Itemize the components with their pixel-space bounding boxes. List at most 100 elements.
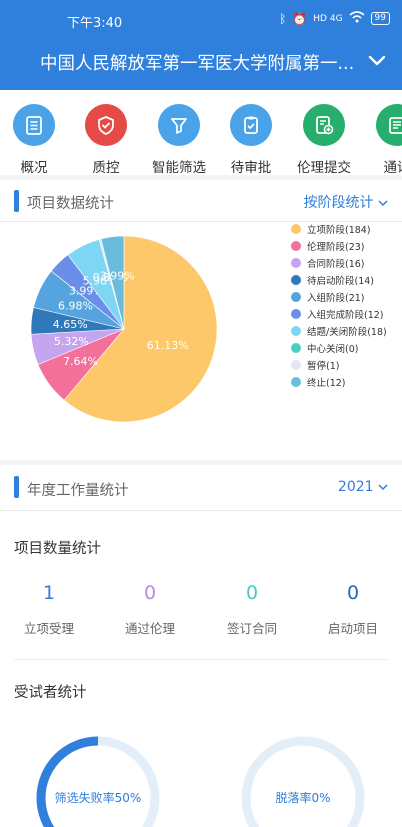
section-header: 项目数据统计 按阶段统计: [0, 180, 402, 222]
legend-item[interactable]: 入组完成阶段(12): [291, 305, 387, 322]
newspaper-icon: [376, 104, 402, 146]
stat-ethics-passed[interactable]: 0 通过伦理: [100, 582, 200, 637]
section-title: 年度工作量统计: [27, 483, 129, 499]
hospital-name: 中国人民解放军第一军医大学附属第一...: [40, 54, 355, 74]
legend-label: 终止(12): [307, 377, 346, 389]
shortcut-news[interactable]: 通讯: [360, 104, 402, 175]
pie-percent-label: 61.13%: [147, 339, 189, 352]
legend-swatch: [291, 342, 301, 353]
dropout-rate-label: 脱落率0%: [275, 791, 331, 805]
document-list-icon: [13, 104, 55, 146]
pie-percent-label: 7.64%: [63, 355, 98, 368]
legend-swatch: [291, 308, 301, 319]
legend-label: 入组阶段(21): [307, 292, 365, 304]
shortcut-label: 质控: [92, 160, 120, 175]
shortcut-label: 智能筛选: [152, 160, 206, 175]
chevron-down-icon[interactable]: [368, 54, 386, 68]
legend-item[interactable]: 中心关闭(0): [291, 339, 387, 356]
shortcut-ethics-submit[interactable]: 伦理提交: [287, 104, 361, 175]
stage-pie-chart: 61.13%7.64%5.32%4.65%6.98%3.99%5.98%0.33…: [30, 235, 218, 423]
section-marker: [14, 190, 19, 212]
legend-item[interactable]: 结题/关闭阶段(18): [291, 322, 387, 339]
project-count-title: 项目数量统计: [14, 541, 101, 557]
status-icons: ᛒ ⏰ HD 4G 99: [279, 11, 390, 26]
dropdown-label: 按阶段统计: [303, 195, 374, 211]
legend-item[interactable]: 暂停(1): [291, 356, 387, 373]
legend-swatch: [291, 291, 301, 302]
wifi-icon: [349, 11, 365, 26]
chevron-down-icon: [378, 200, 388, 207]
legend-label: 暂停(1): [307, 360, 340, 372]
stat-value: 0: [245, 582, 259, 604]
legend-label: 入组完成阶段(12): [307, 309, 384, 321]
chevron-down-icon: [378, 484, 388, 491]
battery-icon: 99: [370, 12, 390, 25]
bluetooth-icon: ᛒ: [279, 11, 287, 26]
app-header: 下午3:40 ᛒ ⏰ HD 4G 99 中国人民解放军第一军医大学附属第一...: [0, 0, 402, 90]
stat-label: 通过伦理: [124, 621, 175, 636]
filter-funnel-icon: [158, 104, 200, 146]
hospital-selector[interactable]: 中国人民解放军第一军医大学附属第一...: [0, 46, 402, 78]
legend-swatch: [291, 257, 301, 268]
stat-label: 立项受理: [23, 621, 74, 636]
shortcut-label: 待审批: [230, 160, 272, 175]
hd-signal-icon: HD 4G: [313, 13, 343, 24]
legend-swatch: [291, 359, 301, 370]
legend-item[interactable]: 待启动阶段(14): [291, 271, 387, 288]
stat-label: 签订合同: [226, 621, 277, 636]
stat-project-started[interactable]: 0 启动项目: [303, 582, 402, 637]
legend-item[interactable]: 伦理阶段(23): [291, 237, 387, 254]
shortcut-pending[interactable]: 待审批: [214, 104, 288, 175]
shortcut-filter[interactable]: 智能筛选: [142, 104, 216, 175]
legend-label: 伦理阶段(23): [307, 241, 365, 253]
subject-gauges: [36, 736, 365, 827]
section-title: 项目数据统计: [27, 196, 114, 212]
document-add-icon: [303, 104, 345, 146]
stage-filter-dropdown[interactable]: 按阶段统计: [304, 192, 388, 212]
legend-swatch: [291, 240, 301, 251]
legend-item[interactable]: 终止(12): [291, 373, 387, 390]
pie-percent-label: 5.32%: [54, 335, 89, 348]
shortcut-overview[interactable]: 概况: [0, 104, 71, 175]
legend-item[interactable]: 合同阶段(16): [291, 254, 387, 271]
pie-percent-label: 3.99%: [100, 269, 135, 282]
legend-swatch: [291, 223, 301, 234]
dropdown-label: 2021: [337, 479, 374, 495]
stat-label: 启动项目: [327, 621, 378, 636]
section-header: 年度工作量统计 2021: [0, 465, 402, 511]
status-time: 下午3:40: [67, 16, 123, 31]
shield-check-icon: [85, 104, 127, 146]
legend-label: 待启动阶段(14): [307, 275, 375, 287]
legend-label: 结题/关闭阶段(18): [307, 326, 387, 338]
stat-contract-signed[interactable]: 0 签订合同: [202, 582, 302, 637]
legend-label: 中心关闭(0): [307, 343, 359, 355]
alarm-icon: ⏰: [292, 11, 308, 26]
stat-value: 0: [346, 582, 360, 604]
pie-legend: 立项阶段(184) 伦理阶段(23) 合同阶段(16) 待启动阶段(14) 入组阶段(2…: [291, 220, 387, 390]
dropout-gauge-track: [241, 736, 365, 827]
clipboard-check-icon: [230, 104, 272, 146]
stat-value: 1: [42, 582, 56, 604]
legend-label: 合同阶段(16): [307, 258, 365, 270]
legend-swatch: [291, 274, 301, 285]
shortcut-quality[interactable]: 质控: [69, 104, 143, 175]
section-marker: [14, 476, 19, 498]
status-bar: 下午3:40 ᛒ ⏰ HD 4G 99: [0, 0, 402, 40]
legend-item[interactable]: 入组阶段(21): [291, 288, 387, 305]
pie-percent-label: 6.98%: [58, 299, 93, 312]
year-dropdown[interactable]: 2021: [338, 479, 388, 495]
legend-label: 立项阶段(184): [307, 224, 371, 236]
stat-approved[interactable]: 1 立项受理: [0, 582, 99, 637]
stat-value: 0: [143, 582, 157, 604]
shortcut-label: 概况: [20, 160, 48, 175]
legend-item[interactable]: 立项阶段(184): [291, 220, 387, 237]
app-screen: 下午3:40 ᛒ ⏰ HD 4G 99 中国人民解放军第一军医大学附属第一...…: [0, 0, 402, 827]
project-stats-section: 项目数据统计 按阶段统计 61.13% 7.64% 5.32% 4.65% 6.98% 3…: [0, 180, 402, 460]
divider: [14, 659, 388, 660]
pie-percent-label: 4.65%: [53, 318, 88, 331]
shortcut-label: 通讯: [383, 160, 402, 175]
subject-stats-title: 受试者统计: [14, 685, 87, 701]
shortcut-bar: 概况 质控 智能筛选 待审批 伦理提交 通: [0, 90, 402, 175]
annual-workload-section: 年度工作量统计 2021 项目数量统计 1 立项受理 0 通过伦理 0 签订合同…: [0, 465, 402, 827]
legend-swatch: [291, 376, 301, 387]
